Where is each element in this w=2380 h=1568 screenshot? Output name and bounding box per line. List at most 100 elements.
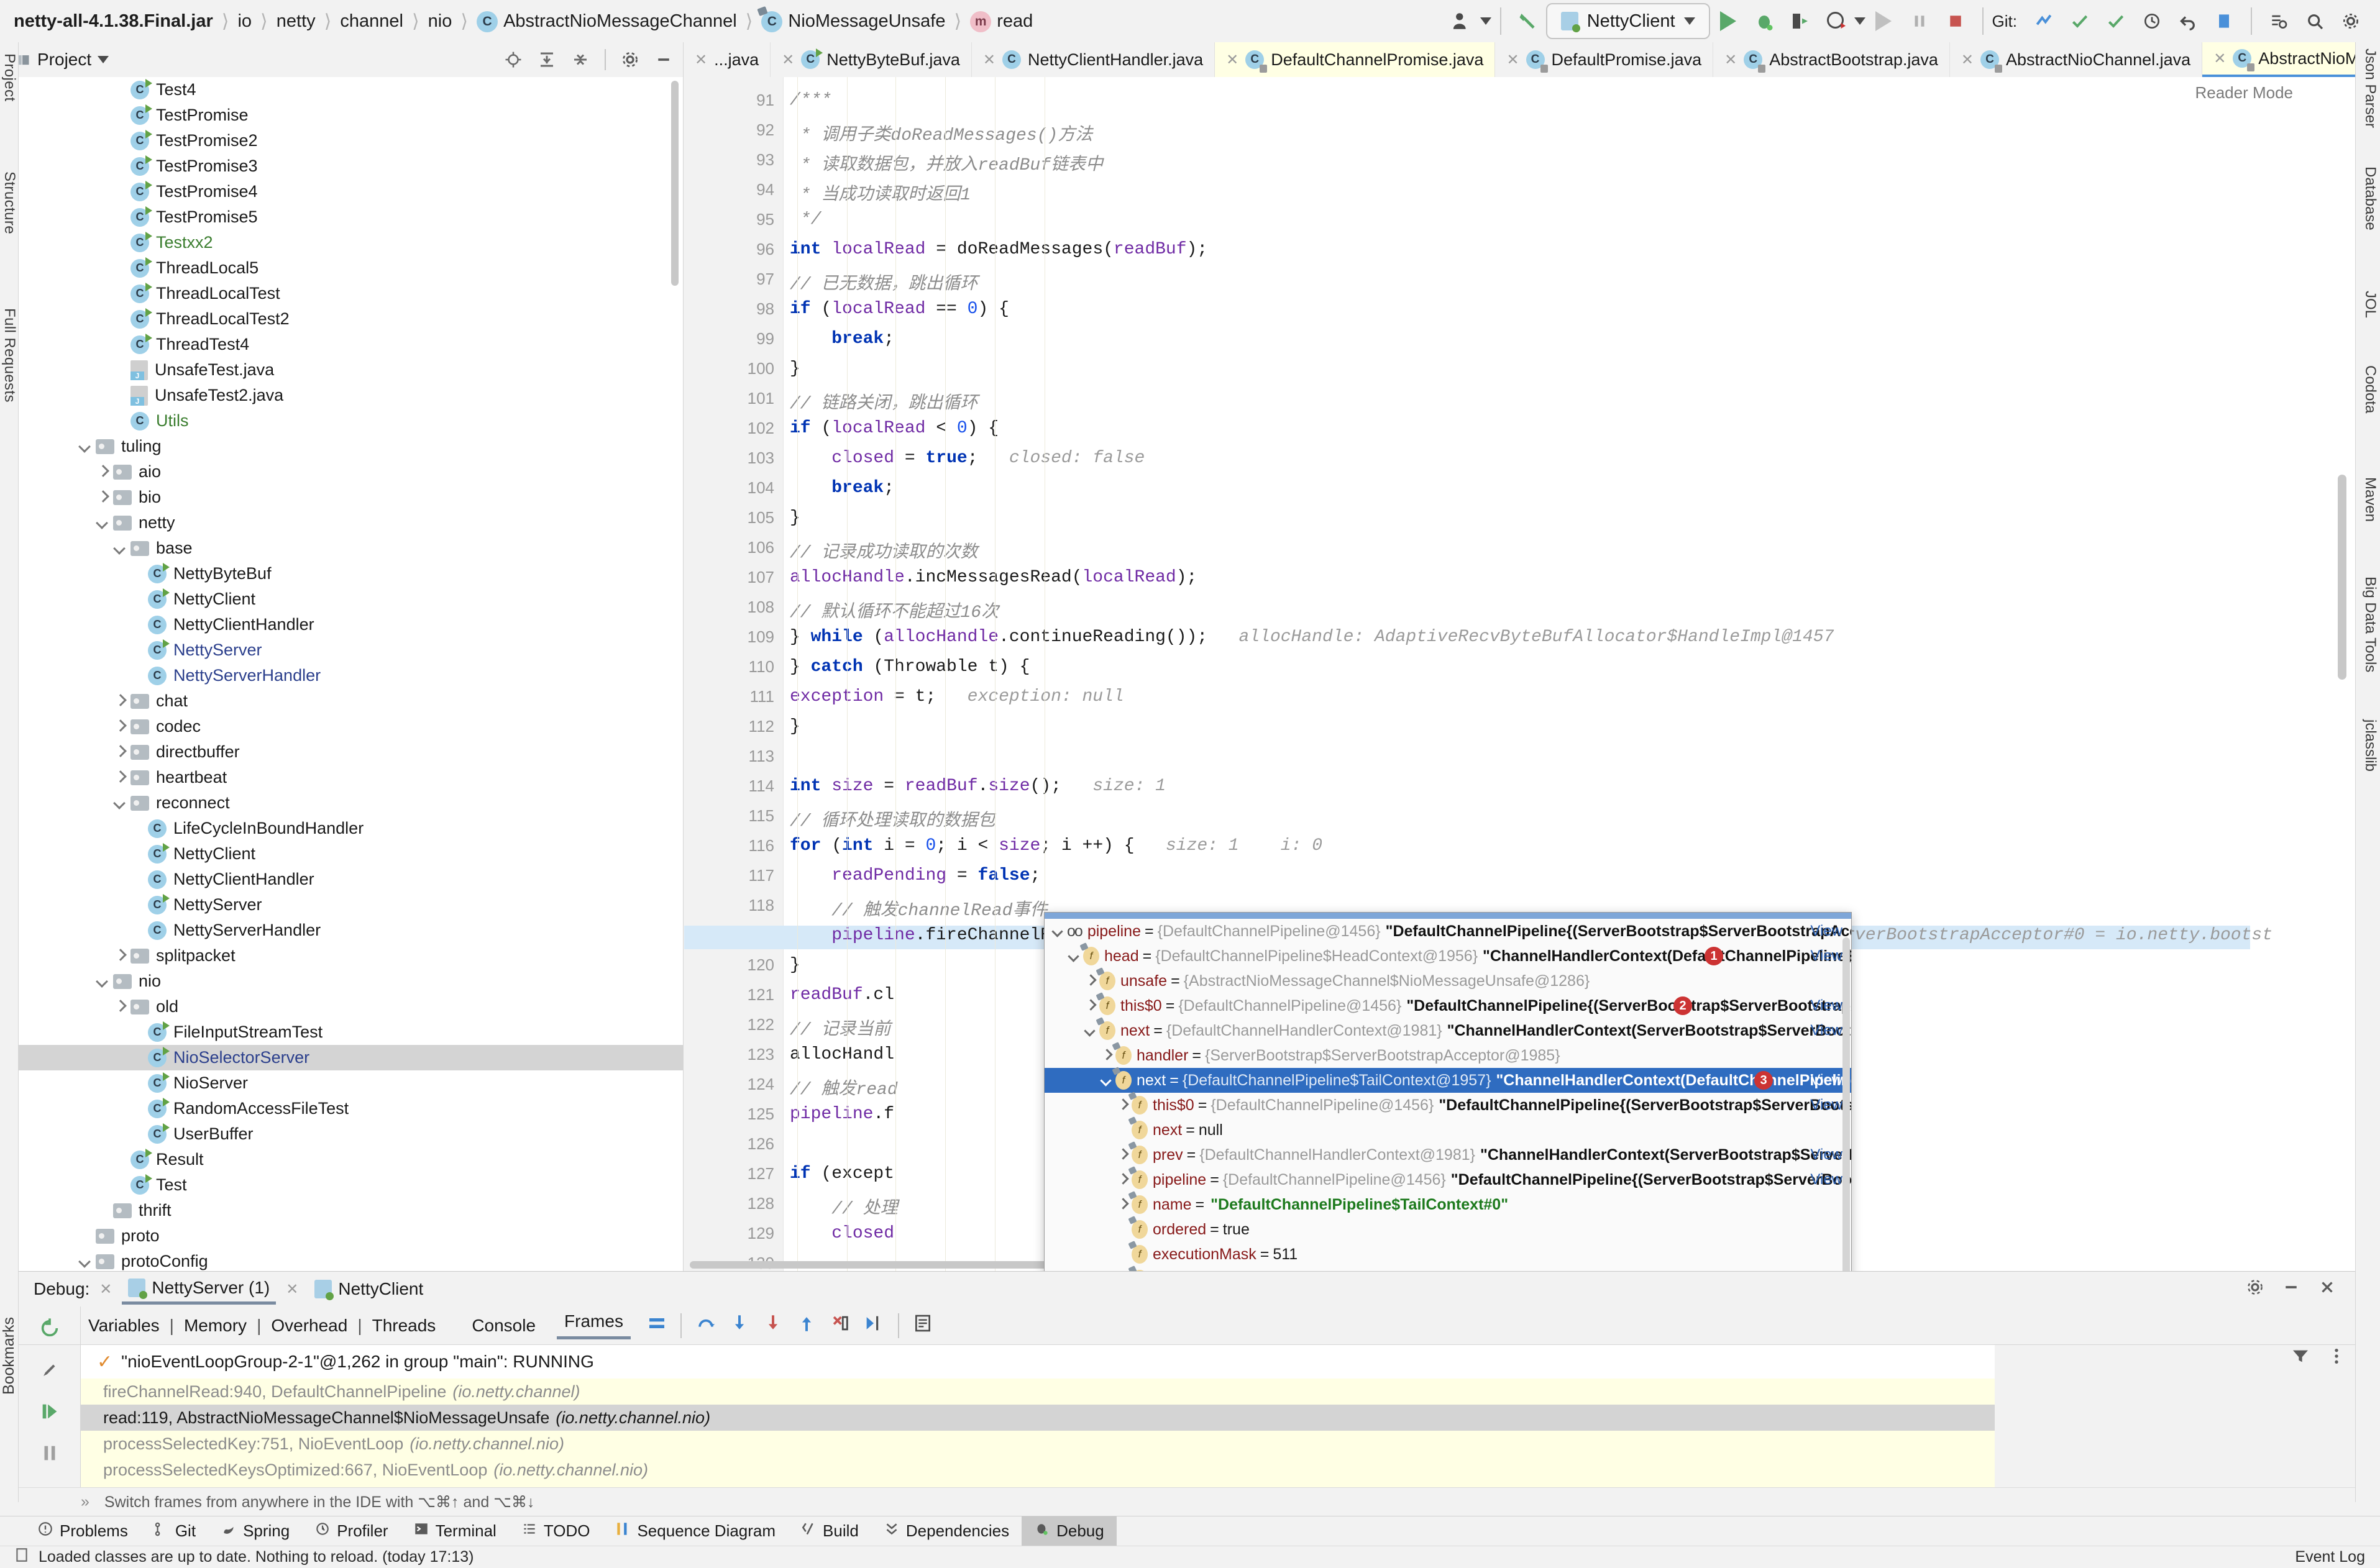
tool-strip-dependencies[interactable]: Dependencies: [871, 1516, 1022, 1546]
code-line[interactable]: }: [790, 359, 800, 378]
search-icon[interactable]: [2297, 3, 2333, 39]
tree-item-threadtest4[interactable]: C ThreadTest4: [19, 332, 683, 357]
pause-program-icon[interactable]: [39, 1443, 60, 1468]
editor-tab[interactable]: ✕ ...java: [684, 42, 771, 77]
tool-strip-terminal[interactable]: Terminal: [401, 1516, 509, 1546]
close-icon[interactable]: ✕: [1506, 51, 1519, 69]
filter-icon[interactable]: [2291, 1346, 2310, 1370]
rail-tab-jol[interactable]: JOL: [2361, 291, 2379, 318]
rail-tab-structure[interactable]: Structure: [0, 166, 19, 239]
frames-settings-icon[interactable]: [2327, 1346, 2346, 1370]
chevron-right-icon[interactable]: [1115, 1197, 1130, 1212]
debug-close-icon[interactable]: [2318, 1278, 2337, 1301]
debug-session-tab-nettyclient[interactable]: NettyClient: [308, 1275, 429, 1303]
code-line[interactable]: int localRead = doReadMessages(readBuf);: [790, 240, 1207, 259]
tree-item-testxx2[interactable]: C Testxx2: [19, 230, 683, 255]
tree-item-codec[interactable]: codec: [19, 714, 683, 739]
variable-row[interactable]: f ordered=true: [1045, 1216, 1851, 1242]
breadcrumb-item-nio[interactable]: nio: [428, 11, 452, 32]
stack-frame-row[interactable]: processSelectedKeysOptimized:667, NioEve…: [81, 1457, 1995, 1483]
debug-button[interactable]: [1746, 3, 1782, 39]
code-line[interactable]: if (except: [790, 1164, 894, 1183]
code-line[interactable]: if (localRead < 0) {: [790, 419, 999, 438]
tree-item-nio[interactable]: nio: [19, 969, 683, 994]
stop-button[interactable]: [1865, 3, 1902, 39]
editor-tab[interactable]: ✕ C NettyClientHandler.java: [971, 42, 1215, 77]
code-line[interactable]: if (localRead == 0) {: [790, 299, 1009, 319]
tree-item-nettyclienthandler[interactable]: C NettyClientHandler: [19, 867, 683, 892]
tool-strip-debug[interactable]: Debug: [1022, 1516, 1117, 1546]
tree-item-bio[interactable]: bio: [19, 485, 683, 510]
code-line[interactable]: readBuf.cl: [790, 985, 894, 1005]
tab-console[interactable]: Console: [464, 1316, 543, 1336]
tree-item-tuling[interactable]: tuling: [19, 434, 683, 459]
code-line[interactable]: allocHandle.incMessagesRead(localRead);: [790, 568, 1197, 587]
undo-icon[interactable]: [2170, 3, 2206, 39]
chevron-down-icon[interactable]: [112, 540, 128, 557]
chevron-right-icon[interactable]: [1099, 1048, 1114, 1063]
tree-item-nettyserverhandler[interactable]: C NettyServerHandler: [19, 918, 683, 943]
project-tree[interactable]: C Test4 C TestPromise C TestPromise2 C TestProm…: [19, 77, 684, 1271]
tab-overhead[interactable]: Overhead: [263, 1316, 355, 1336]
debug-settings-icon[interactable]: [2246, 1278, 2264, 1301]
tool-strip-profiler[interactable]: Profiler: [302, 1516, 400, 1546]
breadcrumb-item-io[interactable]: io: [237, 11, 252, 32]
tree-item-testpromise4[interactable]: C TestPromise4: [19, 179, 683, 204]
step-over-icon[interactable]: [695, 1313, 716, 1338]
chevron-right-icon[interactable]: [112, 948, 128, 964]
code-line[interactable]: break;: [790, 329, 894, 349]
variable-row[interactable]: f unsafe = {AbstractNioMessageChannel$NioMe…: [1045, 967, 1851, 993]
code-line[interactable]: } catch (Throwable t) {: [790, 657, 1030, 677]
tree-item-testpromise[interactable]: C TestPromise: [19, 103, 683, 128]
close-icon[interactable]: ✕: [2213, 50, 2226, 68]
tree-item-heartbeat[interactable]: heartbeat: [19, 765, 683, 790]
tab-variables[interactable]: Variables: [81, 1316, 167, 1336]
breadcrumb-class[interactable]: AbstractNioMessageChannel: [503, 11, 737, 32]
tree-item-userbuffer[interactable]: C UserBuffer: [19, 1121, 683, 1147]
view-link[interactable]: View: [1810, 997, 1842, 1014]
force-step-into-icon[interactable]: [762, 1313, 784, 1338]
variable-row[interactable]: f executionMask = 511: [1045, 1241, 1851, 1267]
tree-item-proto[interactable]: proto: [19, 1223, 683, 1249]
minimize-icon[interactable]: [654, 50, 673, 69]
evaluate-expression-icon[interactable]: [913, 1313, 933, 1338]
reader-mode-label[interactable]: Reader Mode: [2195, 83, 2293, 103]
editor-tab[interactable]: ✕ C DefaultChannelPromise.java: [1215, 42, 1496, 77]
tree-item-netty[interactable]: netty: [19, 510, 683, 536]
variable-row[interactable]: f name = "DefaultChannelPipeline$TailContex…: [1045, 1191, 1851, 1217]
search-everywhere-icon[interactable]: [2261, 3, 2297, 39]
chevron-right-icon[interactable]: [94, 490, 111, 506]
view-link[interactable]: View: [1810, 923, 1842, 940]
tree-item-randomaccessfiletest[interactable]: C RandomAccessFileTest: [19, 1096, 683, 1121]
tree-item-nettyserver[interactable]: C NettyServer: [19, 637, 683, 663]
stop-square-icon[interactable]: [1938, 3, 1974, 39]
code-line[interactable]: exception = t; exception: null: [790, 687, 1124, 706]
code-line[interactable]: closed: [790, 1224, 894, 1243]
tree-item-threadlocaltest2[interactable]: C ThreadLocalTest2: [19, 306, 683, 332]
chevron-down-icon[interactable]: [94, 973, 111, 990]
chevron-down-icon[interactable]: [77, 439, 93, 455]
code-line[interactable]: closed = true; closed: false: [790, 449, 1145, 468]
tool-strip-todo[interactable]: TODO: [509, 1516, 603, 1546]
chevron-right-icon[interactable]: [112, 770, 128, 786]
tree-item-threadlocal5[interactable]: C ThreadLocal5: [19, 255, 683, 281]
chevron-right-icon[interactable]: [1115, 1098, 1130, 1113]
tree-item-base[interactable]: base: [19, 536, 683, 561]
tree-item-lifecycleinboundhandler[interactable]: C LifeCycleInBoundHandler: [19, 816, 683, 841]
variable-row[interactable]: oo pipeline = {DefaultChannelPipeline@1456}…: [1045, 919, 1851, 944]
pause-icon[interactable]: [1902, 3, 1938, 39]
tree-item-aio[interactable]: aio: [19, 459, 683, 485]
redo-icon[interactable]: [2206, 3, 2242, 39]
tree-item-nettybytebuf[interactable]: C NettyByteBuf: [19, 561, 683, 586]
code-line[interactable]: * 当成功读取时返回1: [790, 180, 971, 205]
code-line[interactable]: // 链路关闭，跳出循环: [790, 389, 977, 414]
tree-item-result[interactable]: C Result: [19, 1147, 683, 1172]
code-line[interactable]: // 已无数据，跳出循环: [790, 270, 977, 294]
close-icon[interactable]: ✕: [1226, 51, 1238, 69]
tree-item-splitpacket[interactable]: splitpacket: [19, 943, 683, 969]
tree-item-test4[interactable]: C Test4: [19, 77, 683, 103]
variable-row[interactable]: f this$0 = {DefaultChannelPipeline@1456} "De…: [1045, 992, 1851, 1018]
tree-item-nettyclient[interactable]: C NettyClient: [19, 586, 683, 612]
step-into-icon[interactable]: [729, 1313, 750, 1338]
breadcrumb-item-channel[interactable]: channel: [340, 11, 403, 32]
